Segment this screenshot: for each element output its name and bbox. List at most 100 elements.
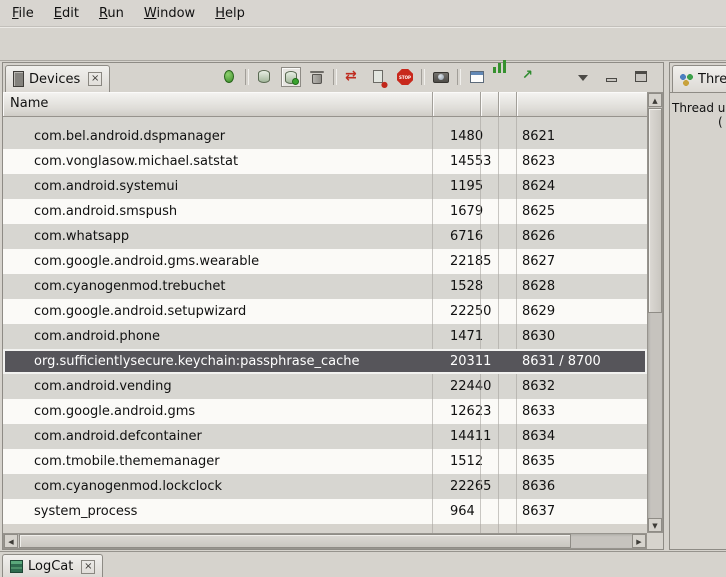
process-pid: 1512 <box>433 449 481 474</box>
table-row[interactable]: com.google.android.gms 12623 8633 <box>3 399 647 424</box>
toolbar-separator <box>333 69 337 85</box>
column-header-2[interactable] <box>481 92 499 116</box>
empty-cell <box>499 324 517 349</box>
table-row[interactable]: com.whatsapp 6716 8626 <box>3 224 647 249</box>
table-row[interactable]: com.google.android.setupwizard 22250 862… <box>3 299 647 324</box>
column-header-4[interactable] <box>517 92 647 116</box>
table-row[interactable]: com.android.systemui 1195 8624 <box>3 174 647 199</box>
menu-edit[interactable]: Edit <box>44 3 89 24</box>
view-hierarchy-icon[interactable] <box>467 67 487 87</box>
empty-cell <box>499 499 517 524</box>
view-menu-icon[interactable] <box>573 67 593 87</box>
tab-logcat[interactable]: LogCat × <box>2 554 103 577</box>
threads-message-line1: Thread up <box>672 101 724 115</box>
threads-tabbar: Threads <box>670 63 726 93</box>
column-header-3[interactable] <box>499 92 517 116</box>
process-pid: 6716 <box>433 224 481 249</box>
process-port: 8631 / 8700 <box>517 349 647 374</box>
column-header-name[interactable]: Name <box>3 92 433 116</box>
empty-cell <box>481 499 499 524</box>
column-header-1[interactable] <box>433 92 481 116</box>
empty-cell <box>481 224 499 249</box>
table-row[interactable]: org.sufficientlysecure.keychain:passphra… <box>3 349 647 374</box>
table-row[interactable]: com.android.defcontainer 14411 8634 <box>3 424 647 449</box>
maximize-icon[interactable] <box>631 67 651 87</box>
network-stats-icon[interactable] <box>519 67 539 87</box>
process-pid: 22250 <box>433 299 481 324</box>
scroll-up-icon[interactable] <box>648 93 662 107</box>
horizontal-scrollbar[interactable] <box>3 533 647 549</box>
table-row[interactable]: com.android.vending 22440 8632 <box>3 374 647 399</box>
process-pid: 1195 <box>433 174 481 199</box>
horizontal-scrollbar-thumb[interactable] <box>19 534 571 548</box>
process-pid: 964 <box>433 499 481 524</box>
process-port: 8625 <box>517 199 647 224</box>
minimize-icon[interactable] <box>602 67 622 87</box>
toolbar-separator <box>421 69 425 85</box>
empty-cell <box>499 299 517 324</box>
process-port: 8632 <box>517 374 647 399</box>
table-row[interactable]: com.cyanogenmod.lockclock 22265 8636 <box>3 474 647 499</box>
update-threads-icon[interactable] <box>343 67 363 87</box>
threads-icon <box>680 73 693 86</box>
scrollbar-corner <box>647 533 663 549</box>
cause-gc-icon[interactable] <box>307 67 327 87</box>
empty-cell <box>499 174 517 199</box>
tab-devices[interactable]: Devices × <box>5 65 110 92</box>
menu-window[interactable]: Window <box>134 3 205 24</box>
empty-cell <box>481 249 499 274</box>
table-row[interactable]: com.cyanogenmod.trebuchet 1528 8628 <box>3 274 647 299</box>
process-pid: 1679 <box>433 199 481 224</box>
menu-file[interactable]: File <box>2 3 44 24</box>
close-icon[interactable]: × <box>81 560 95 574</box>
scroll-right-icon[interactable] <box>632 534 646 548</box>
process-pid: 20311 <box>433 349 481 374</box>
process-name: com.google.android.setupwizard <box>3 299 433 324</box>
table-row[interactable]: com.tmobile.thememanager 1512 8635 <box>3 449 647 474</box>
device-table-body: com.bel.android.dspmanager 1480 8621 com… <box>3 117 647 533</box>
tab-threads[interactable]: Threads <box>672 65 726 92</box>
close-icon[interactable]: × <box>88 72 102 86</box>
empty-cell <box>499 199 517 224</box>
threads-message-line2: ( <box>672 115 724 129</box>
menu-run[interactable]: Run <box>89 3 134 24</box>
process-port: 8627 <box>517 249 647 274</box>
tab-devices-label: Devices <box>29 72 80 87</box>
process-pid: 22440 <box>433 374 481 399</box>
stop-process-icon[interactable] <box>395 67 415 87</box>
process-name: com.tmobile.thememanager <box>3 449 433 474</box>
update-heap-icon[interactable] <box>255 67 275 87</box>
table-row[interactable]: system_process 964 8637 <box>3 499 647 524</box>
empty-cell <box>481 399 499 424</box>
sysinfo-bars-icon[interactable] <box>493 67 513 87</box>
debug-process-icon[interactable] <box>219 67 239 87</box>
table-row[interactable]: com.vonglasow.michael.satstat 14553 8623 <box>3 149 647 174</box>
process-table: Name com.bel.android.dspmanager 1480 862… <box>3 92 663 549</box>
vertical-scrollbar[interactable] <box>647 92 663 533</box>
process-pid: 22265 <box>433 474 481 499</box>
screen-capture-icon[interactable] <box>431 67 451 87</box>
empty-cell <box>499 399 517 424</box>
vertical-scrollbar-thumb[interactable] <box>648 108 662 313</box>
device-icon <box>13 71 24 87</box>
table-row[interactable]: com.google.android.gms.wearable 22185 86… <box>3 249 647 274</box>
process-name: com.android.systemui <box>3 174 433 199</box>
process-port: 8633 <box>517 399 647 424</box>
dump-hprof-icon[interactable] <box>281 67 301 87</box>
process-pid: 14553 <box>433 149 481 174</box>
view-window-icons <box>573 67 651 87</box>
process-name: com.android.phone <box>3 324 433 349</box>
empty-cell <box>499 149 517 174</box>
empty-cell <box>481 349 499 374</box>
menu-help[interactable]: Help <box>205 3 255 24</box>
process-name: com.vonglasow.michael.satstat <box>3 149 433 174</box>
scroll-down-icon[interactable] <box>648 518 662 532</box>
method-profiling-icon[interactable] <box>369 67 389 87</box>
scroll-left-icon[interactable] <box>4 534 18 548</box>
table-row[interactable]: com.android.smspush 1679 8625 <box>3 199 647 224</box>
devices-panel: Devices × Name com.be <box>2 62 664 550</box>
process-name: org.sufficientlysecure.keychain:passphra… <box>3 349 433 374</box>
table-row[interactable]: com.android.phone 1471 8630 <box>3 324 647 349</box>
empty-cell <box>481 449 499 474</box>
table-row[interactable]: com.bel.android.dspmanager 1480 8621 <box>3 124 647 149</box>
